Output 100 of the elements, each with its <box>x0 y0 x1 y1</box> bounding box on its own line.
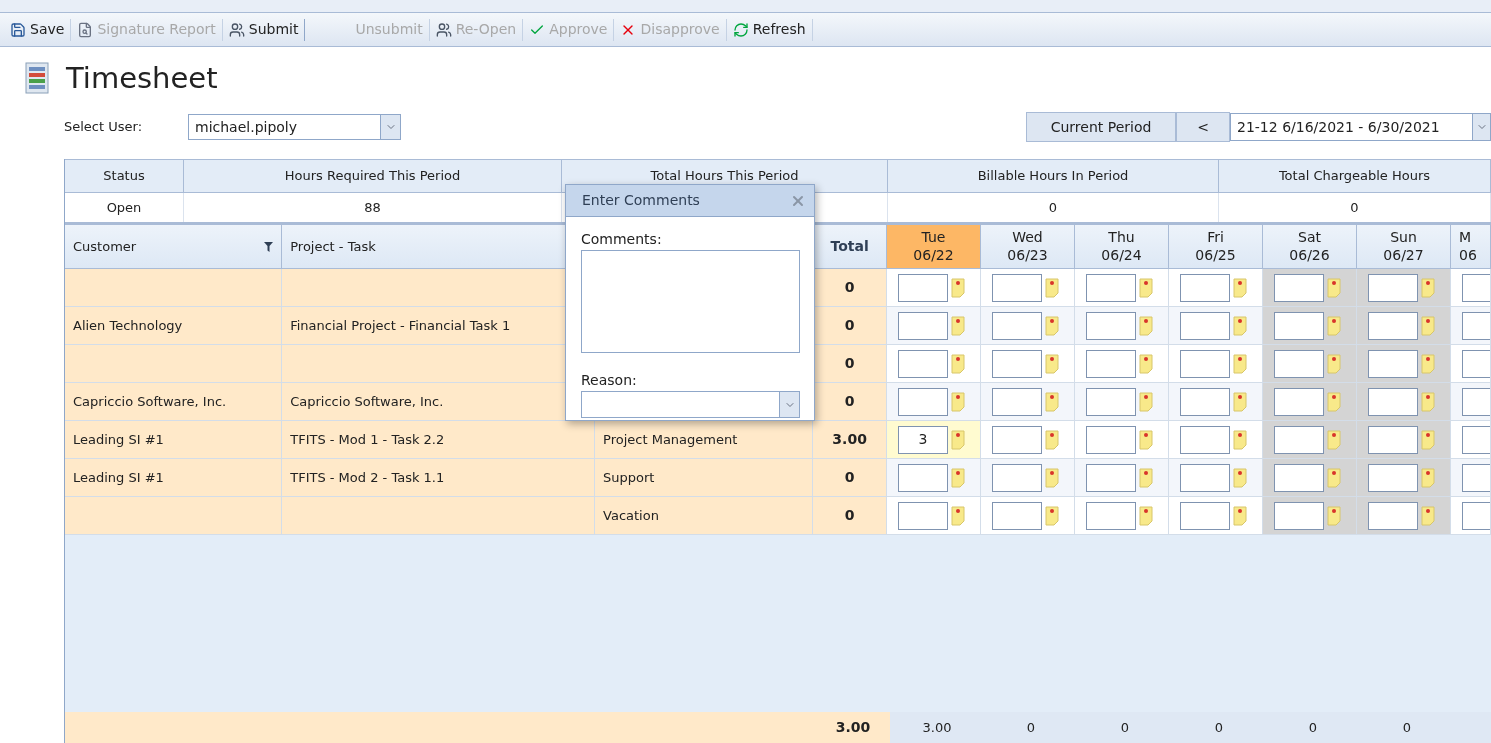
hours-input[interactable]: 3 <box>898 425 948 454</box>
hours-input[interactable] <box>898 387 948 416</box>
hours-input[interactable] <box>992 273 1042 302</box>
note-icon[interactable] <box>1421 353 1435 374</box>
note-icon[interactable] <box>1327 353 1341 374</box>
hours-input[interactable] <box>992 349 1042 378</box>
day-header[interactable]: Sat 06/26 <box>1263 225 1357 268</box>
note-icon[interactable] <box>1139 505 1153 526</box>
user-dropdown[interactable]: michael.pipoly <box>188 114 401 140</box>
note-icon[interactable] <box>1421 429 1435 450</box>
current-period-button[interactable]: Current Period <box>1026 112 1176 142</box>
toolbar-button[interactable]: Submit <box>222 16 305 43</box>
note-icon[interactable] <box>1421 277 1435 298</box>
note-icon[interactable] <box>1327 277 1341 298</box>
hours-input[interactable] <box>1368 501 1418 530</box>
note-icon[interactable] <box>1327 429 1341 450</box>
note-icon[interactable] <box>1327 315 1341 336</box>
note-icon[interactable] <box>1233 315 1247 336</box>
note-icon[interactable] <box>1045 277 1059 298</box>
previous-period-button[interactable]: < <box>1176 112 1230 142</box>
hours-input[interactable] <box>1086 501 1136 530</box>
hours-input[interactable] <box>1180 425 1230 454</box>
note-icon[interactable] <box>1421 467 1435 488</box>
note-icon[interactable] <box>1045 353 1059 374</box>
hours-input[interactable] <box>1368 349 1418 378</box>
toolbar-button[interactable]: Refresh <box>726 16 812 43</box>
note-icon[interactable] <box>951 467 965 488</box>
note-icon[interactable] <box>1045 315 1059 336</box>
note-icon[interactable] <box>1233 505 1247 526</box>
day-header[interactable]: M 06 <box>1451 225 1491 268</box>
hours-input[interactable] <box>1368 387 1418 416</box>
hours-input[interactable] <box>1180 501 1230 530</box>
hours-input[interactable] <box>992 501 1042 530</box>
hours-input[interactable] <box>1180 349 1230 378</box>
note-icon[interactable] <box>1045 467 1059 488</box>
hours-input[interactable] <box>898 501 948 530</box>
column-header[interactable]: Project - Task <box>290 236 376 257</box>
note-icon[interactable] <box>951 277 965 298</box>
note-icon[interactable] <box>1421 391 1435 412</box>
note-icon[interactable] <box>1045 429 1059 450</box>
note-icon[interactable] <box>1327 391 1341 412</box>
hours-input[interactable] <box>1086 387 1136 416</box>
note-icon[interactable] <box>1233 429 1247 450</box>
note-icon[interactable] <box>1139 277 1153 298</box>
day-header[interactable]: Sun 06/27 <box>1357 225 1451 268</box>
hours-input[interactable] <box>1086 349 1136 378</box>
note-icon[interactable] <box>1139 429 1153 450</box>
hours-input[interactable] <box>992 311 1042 340</box>
toolbar-button[interactable]: Save <box>4 16 71 43</box>
note-icon[interactable] <box>1233 353 1247 374</box>
hours-input[interactable] <box>1180 387 1230 416</box>
note-icon[interactable] <box>1045 505 1059 526</box>
note-icon[interactable] <box>951 391 965 412</box>
note-icon[interactable] <box>1327 467 1341 488</box>
note-icon[interactable] <box>951 505 965 526</box>
note-icon[interactable] <box>1139 353 1153 374</box>
hours-input[interactable] <box>898 463 948 492</box>
note-icon[interactable] <box>1233 391 1247 412</box>
hours-input[interactable] <box>898 349 948 378</box>
note-icon[interactable] <box>1139 467 1153 488</box>
column-header[interactable]: Customer <box>73 236 137 257</box>
hours-input[interactable] <box>1086 425 1136 454</box>
note-icon[interactable] <box>1233 277 1247 298</box>
hours-input[interactable] <box>1180 463 1230 492</box>
day-header[interactable]: Tue 06/22 <box>887 225 981 268</box>
filter-icon[interactable] <box>264 241 274 252</box>
note-icon[interactable] <box>1233 467 1247 488</box>
hours-input[interactable] <box>1274 501 1324 530</box>
hours-input[interactable] <box>1368 425 1418 454</box>
hours-input[interactable] <box>1086 273 1136 302</box>
hours-input[interactable] <box>1274 311 1324 340</box>
note-icon[interactable] <box>951 353 965 374</box>
hours-input[interactable] <box>1274 273 1324 302</box>
note-icon[interactable] <box>1139 391 1153 412</box>
hours-input[interactable] <box>1274 349 1324 378</box>
hours-input[interactable] <box>1274 463 1324 492</box>
hours-input[interactable] <box>898 273 948 302</box>
hours-input[interactable] <box>1274 425 1324 454</box>
note-icon[interactable] <box>1421 315 1435 336</box>
hours-input[interactable] <box>1086 311 1136 340</box>
note-icon[interactable] <box>951 429 965 450</box>
hours-input[interactable] <box>1180 311 1230 340</box>
hours-input[interactable] <box>992 425 1042 454</box>
hours-input[interactable] <box>992 387 1042 416</box>
note-icon[interactable] <box>951 315 965 336</box>
period-dropdown[interactable]: 21-12 6/16/2021 - 6/30/2021 <box>1230 113 1491 141</box>
hours-input[interactable] <box>1274 387 1324 416</box>
note-icon[interactable] <box>1327 505 1341 526</box>
note-icon[interactable] <box>1139 315 1153 336</box>
hours-input[interactable] <box>1086 463 1136 492</box>
note-icon[interactable] <box>1045 391 1059 412</box>
hours-input[interactable] <box>898 311 948 340</box>
hours-input[interactable] <box>1368 463 1418 492</box>
hours-input[interactable] <box>1180 273 1230 302</box>
hours-input[interactable] <box>1368 311 1418 340</box>
day-header[interactable]: Wed 06/23 <box>981 225 1075 268</box>
hours-input[interactable] <box>992 463 1042 492</box>
day-header[interactable]: Fri 06/25 <box>1169 225 1263 268</box>
note-icon[interactable] <box>1421 505 1435 526</box>
hours-input[interactable] <box>1368 273 1418 302</box>
